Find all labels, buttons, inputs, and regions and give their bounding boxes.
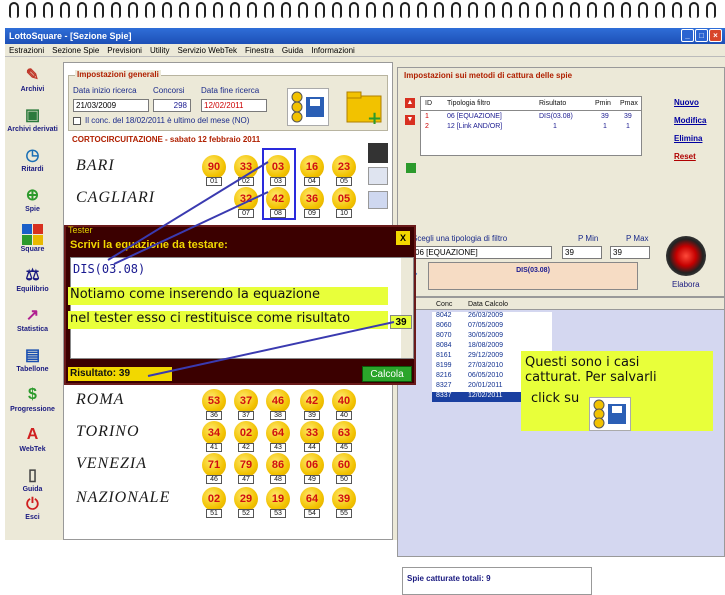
captured-total: Spie catturate totali: 9 [402, 567, 592, 595]
annotation-arrows [107, 161, 395, 377]
